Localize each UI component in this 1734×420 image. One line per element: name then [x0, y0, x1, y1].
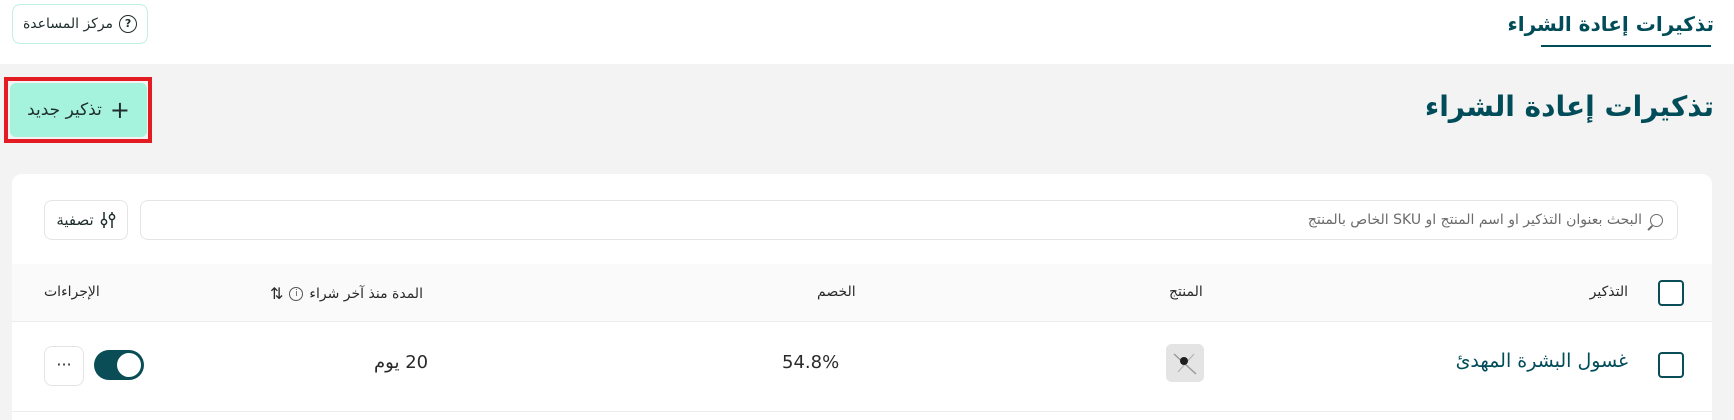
sliders-icon	[100, 212, 116, 228]
top-bar: تذكيرات إعادة الشراء ? مركز المساعدة	[0, 0, 1734, 64]
main-content: تذكيرات إعادة الشراء + تذكير جديد البحث …	[0, 64, 1734, 420]
more-actions-button[interactable]: ···	[44, 346, 84, 386]
select-all-checkbox[interactable]	[1658, 280, 1684, 306]
question-icon: ?	[119, 15, 138, 33]
discount-value: 54.8%	[782, 352, 840, 373]
table-row: غسول البشرة المهدئ 54.8% 20 يوم ···	[12, 322, 1712, 412]
column-actions: الإجراءات	[44, 284, 100, 300]
help-center-label: مركز المساعدة	[22, 16, 114, 32]
tab-repurchase-reminders[interactable]: تذكيرات إعادة الشراء	[1507, 12, 1714, 48]
product-thumbnail	[1166, 344, 1204, 382]
column-duration-label: المدة منذ آخر شراء	[309, 285, 423, 302]
active-tab-indicator	[1541, 45, 1711, 47]
column-reminder: التذكير	[1589, 284, 1628, 300]
duration-value: 20 يوم	[374, 352, 429, 373]
filter-label: تصفية	[56, 211, 94, 229]
toggle-knob	[117, 353, 141, 377]
reminder-toggle[interactable]	[94, 350, 144, 380]
search-input[interactable]: البحث بعنوان التذكير او اسم المنتج او SK…	[140, 200, 1678, 240]
column-discount: الخصم	[817, 284, 856, 300]
column-product: المنتج	[1169, 284, 1203, 300]
plus-icon: +	[109, 96, 130, 124]
new-reminder-label: تذكير جديد	[27, 100, 102, 120]
page-title: تذكيرات إعادة الشراء	[1424, 90, 1714, 123]
reminder-name[interactable]: غسول البشرة المهدئ	[1456, 350, 1628, 372]
info-icon[interactable]: i	[289, 286, 304, 301]
help-center-button[interactable]: ? مركز المساعدة	[12, 4, 148, 44]
search-placeholder: البحث بعنوان التذكير او اسم المنتج او SK…	[1307, 212, 1642, 228]
search-icon	[1650, 213, 1663, 227]
table-header: التذكير المنتج الخصم المدة منذ آخر شراء …	[12, 264, 1712, 322]
column-duration[interactable]: المدة منذ آخر شراء i ⇅	[270, 284, 423, 303]
sort-icon[interactable]: ⇅	[270, 284, 283, 303]
new-reminder-button[interactable]: + تذكير جديد	[10, 83, 147, 137]
row-checkbox[interactable]	[1658, 352, 1684, 378]
filter-button[interactable]: تصفية	[44, 200, 128, 240]
reminders-card: البحث بعنوان التذكير او اسم المنتج او SK…	[12, 174, 1712, 420]
